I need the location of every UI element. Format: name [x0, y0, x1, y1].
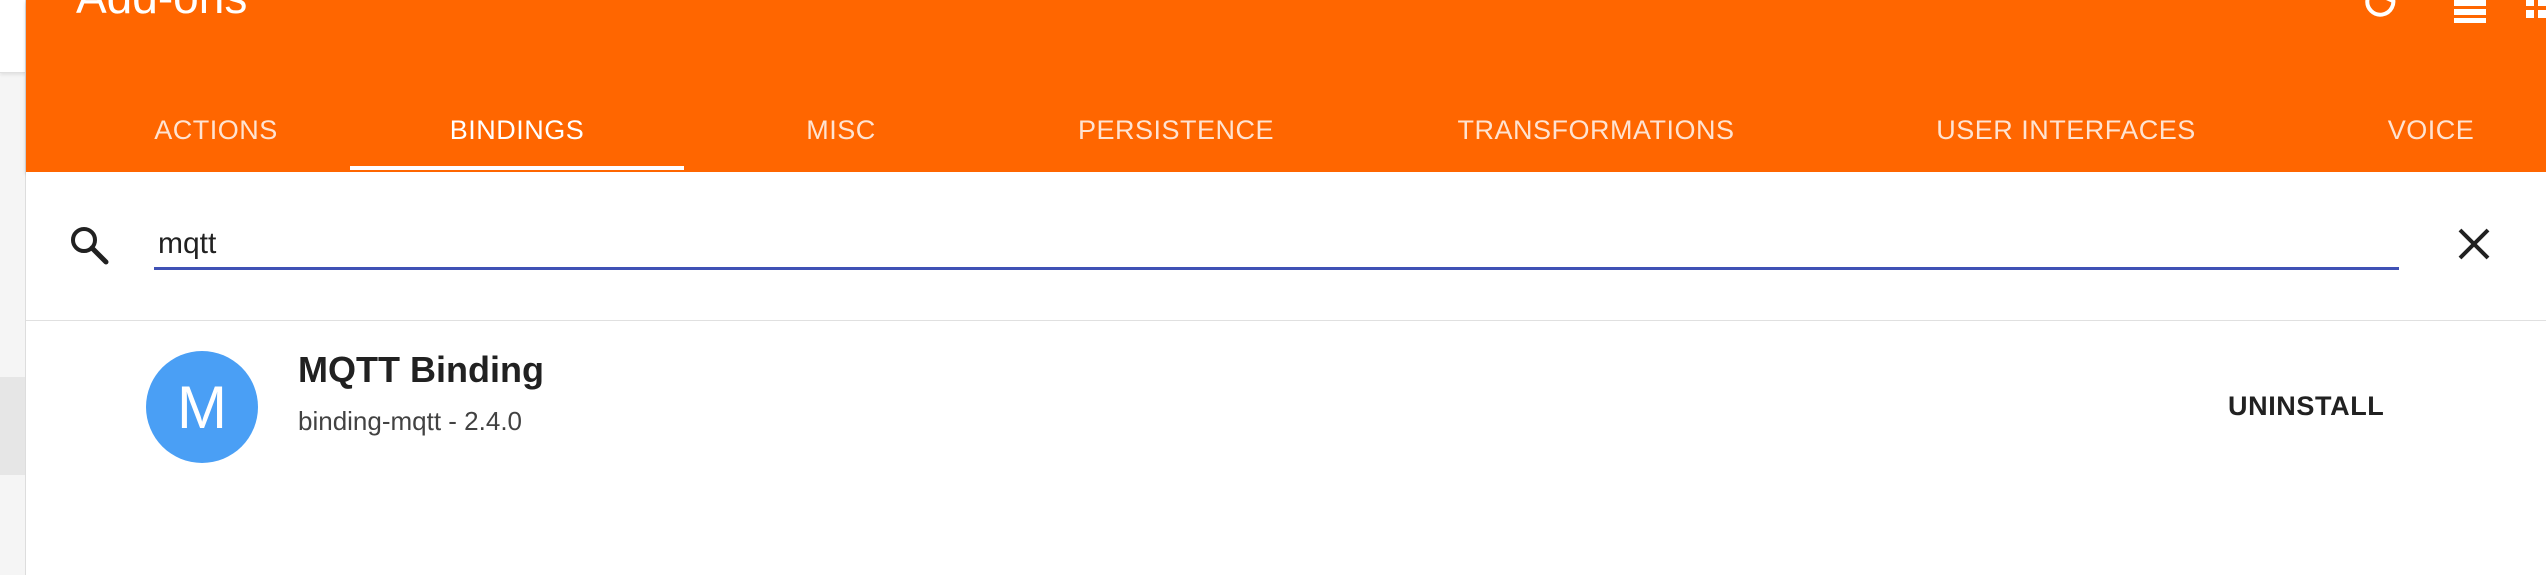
background-toolbar-edge — [0, 0, 26, 73]
results-list: M MQTT Binding binding-mqtt - 2.4.0 UNIN… — [26, 321, 2546, 575]
addons-dialog: Add-ons — [26, 0, 2546, 575]
tab-bindings[interactable]: BINDINGS — [350, 88, 684, 172]
tab-misc[interactable]: MISC — [726, 88, 956, 172]
tab-transformations[interactable]: TRANSFORMATIONS — [1406, 88, 1786, 172]
uninstall-button[interactable]: UNINSTALL — [2228, 391, 2384, 422]
active-tab-indicator — [350, 166, 684, 170]
tab-actions[interactable]: ACTIONS — [86, 88, 346, 172]
close-icon — [2457, 227, 2491, 266]
grid-view-button[interactable] — [2522, 0, 2546, 30]
refresh-icon — [2362, 0, 2398, 30]
list-view-button[interactable] — [2450, 0, 2490, 30]
app-bar: Add-ons — [26, 0, 2546, 172]
tab-persistence[interactable]: PERSISTENCE — [1026, 88, 1326, 172]
tab-user-interfaces[interactable]: USER INTERFACES — [1896, 88, 2236, 172]
background-panel-edge — [0, 377, 26, 475]
search-bar — [26, 172, 2546, 321]
clear-search-button[interactable] — [2450, 222, 2498, 270]
background-page-strip — [0, 0, 26, 575]
addon-title: MQTT Binding — [298, 349, 544, 390]
addon-subtitle: binding-mqtt - 2.4.0 — [298, 406, 523, 436]
refresh-button[interactable] — [2360, 0, 2400, 30]
search-field — [154, 222, 2399, 270]
avatar: M — [146, 351, 258, 463]
search-input[interactable] — [154, 222, 2399, 266]
grid-view-icon — [2524, 0, 2546, 30]
search-icon — [68, 224, 110, 266]
list-view-icon — [2452, 0, 2488, 30]
list-item[interactable]: M MQTT Binding binding-mqtt - 2.4.0 UNIN… — [26, 321, 2546, 491]
tab-voice[interactable]: VOICE — [2316, 88, 2546, 172]
page-title: Add-ons — [76, 0, 247, 20]
search-underline — [154, 267, 2399, 270]
category-tabs: ACTIONS BINDINGS MISC PERSISTENCE TRANSF… — [26, 88, 2546, 172]
